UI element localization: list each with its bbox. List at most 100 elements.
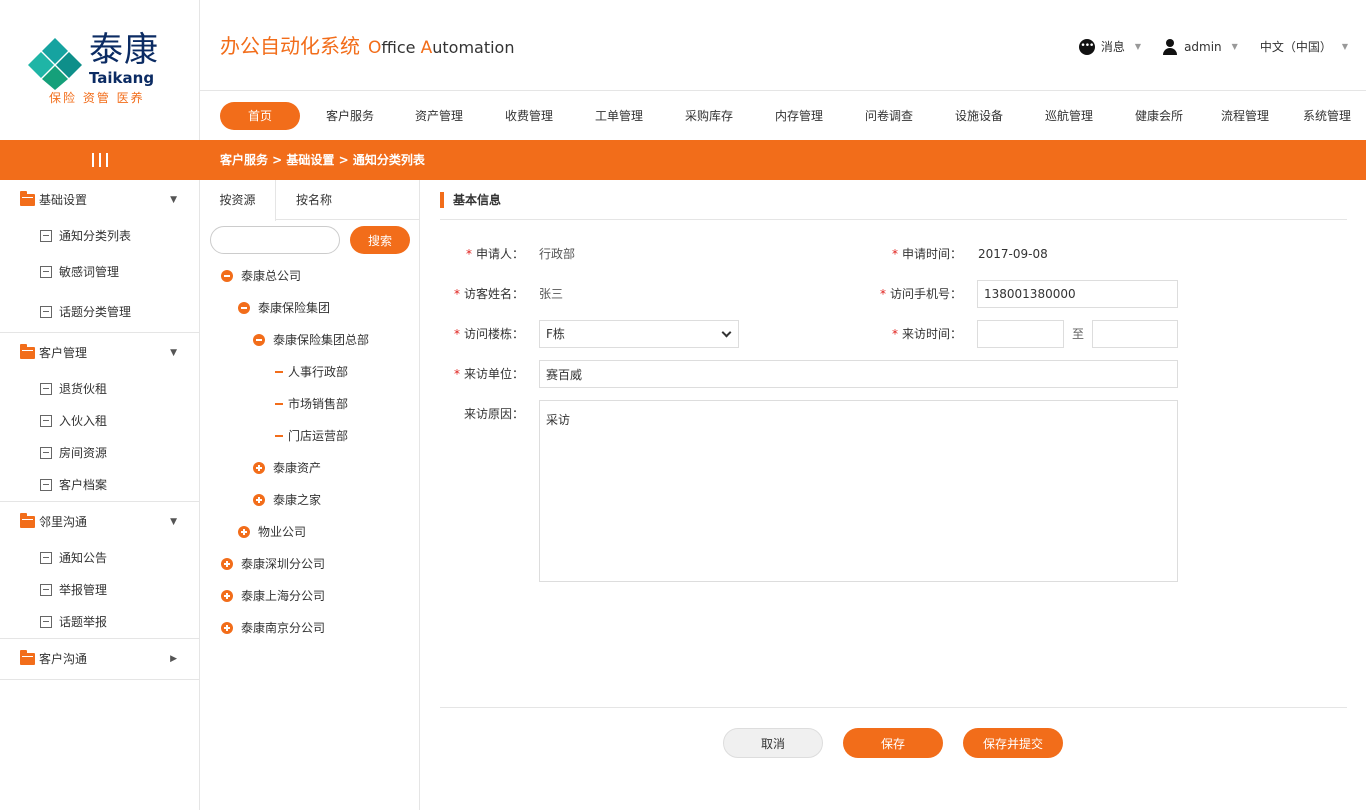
section-divider <box>440 219 1347 220</box>
tree-node[interactable]: 物业公司 <box>238 522 306 542</box>
applicant-value: 行政部 <box>539 247 576 261</box>
header-divider <box>200 90 1366 91</box>
leaf-dash-icon <box>275 435 283 437</box>
tree-node-label: 泰康上海分公司 <box>241 589 326 603</box>
nav-item-purchase[interactable]: 采购库存 <box>685 102 733 130</box>
tree-node[interactable]: 泰康深圳分公司 <box>221 554 325 574</box>
tree-node[interactable]: 市场销售部 <box>275 394 348 414</box>
sidebar-item-room-resources[interactable]: 房间资源 <box>0 437 199 469</box>
sidebar-group-header[interactable]: 客户沟通 ▶ <box>0 639 199 679</box>
sidebar-item-customer-files[interactable]: 客户档案 <box>0 469 199 501</box>
tree-node[interactable]: 泰康总公司 <box>221 266 301 286</box>
required-marker: * <box>453 327 460 341</box>
sidebar-item-announcements[interactable]: 通知公告 <box>0 542 199 574</box>
visit-unit-input[interactable] <box>539 360 1178 388</box>
taikang-logo-mark <box>28 38 82 90</box>
sidebar-toggle-bar <box>0 140 200 180</box>
sidebar-item-move-in[interactable]: 入伙入租 <box>0 405 199 437</box>
sidebar-item-label: 客户档案 <box>59 478 108 492</box>
visit-unit-label: * 来访单位： <box>440 360 524 388</box>
tree-node[interactable]: 泰康之家 <box>253 490 321 510</box>
expand-icon[interactable] <box>221 590 233 602</box>
folder-icon <box>20 650 35 665</box>
menu-toggle-icon[interactable] <box>92 153 108 167</box>
collapse-icon[interactable] <box>221 270 233 282</box>
tree-node[interactable]: 泰康南京分公司 <box>221 618 325 638</box>
save-and-submit-button[interactable]: 保存并提交 <box>963 728 1063 758</box>
tree-node-label: 泰康总公司 <box>241 269 302 283</box>
building-select[interactable]: F栋 <box>539 320 739 348</box>
chevron-down-icon <box>721 327 732 338</box>
tree-node[interactable]: 门店运营部 <box>275 426 348 446</box>
tree-node[interactable]: 泰康资产 <box>253 458 321 478</box>
nav-item-survey[interactable]: 问卷调查 <box>865 102 913 130</box>
required-marker: * <box>879 287 886 301</box>
tree-node-label: 泰康深圳分公司 <box>241 557 326 571</box>
document-icon <box>40 616 52 628</box>
app-title-cn: 办公自动化系统 <box>220 34 360 58</box>
nav-item-facilities[interactable]: 设施设备 <box>955 102 1003 130</box>
expand-icon[interactable] <box>221 558 233 570</box>
document-icon <box>40 479 52 491</box>
sidebar-group-header[interactable]: 客户管理 ▼ <box>0 333 199 373</box>
sidebar-item-topic-category[interactable]: 话题分类管理 <box>0 296 199 328</box>
apply-time-value: 2017-09-08 <box>978 247 1048 261</box>
sidebar-item-return-lease[interactable]: 退货伙租 <box>0 373 199 405</box>
visit-time-to-input[interactable] <box>1092 320 1178 348</box>
visit-unit-label-text: 来访单位： <box>463 367 524 381</box>
visitor-phone-input[interactable] <box>977 280 1178 308</box>
nav-item-asset[interactable]: 资产管理 <box>415 102 463 130</box>
tab-by-resource[interactable]: 按资源 <box>200 180 276 221</box>
chevron-down-icon: ▼ <box>1134 42 1142 51</box>
required-marker: * <box>465 247 472 261</box>
nav-item-fees[interactable]: 收费管理 <box>505 102 553 130</box>
visit-reason-textarea[interactable]: 采访 <box>539 400 1178 582</box>
visitor-name-label: * 访客姓名： <box>440 280 524 308</box>
expand-icon[interactable] <box>221 622 233 634</box>
user-menu[interactable]: admin ▼ <box>1163 38 1238 55</box>
nav-item-customer-service[interactable]: 客户服务 <box>326 102 374 130</box>
sidebar-group-customer-management: 客户管理 ▼ 退货伙租 入伙入租 房间资源 客户档案 <box>0 333 199 502</box>
nav-item-health-club[interactable]: 健康会所 <box>1135 102 1183 130</box>
collapse-icon[interactable] <box>253 334 265 346</box>
expand-icon[interactable] <box>238 526 250 538</box>
nav-item-home[interactable]: 首页 <box>220 102 300 130</box>
building-label: * 访问楼栋： <box>440 320 524 348</box>
nav-item-patrol[interactable]: 巡航管理 <box>1045 102 1093 130</box>
tree-node[interactable]: 泰康保险集团总部 <box>253 330 369 350</box>
tree-search-button[interactable]: 搜索 <box>350 226 410 254</box>
document-icon <box>40 306 52 318</box>
tree-node[interactable]: 泰康保险集团 <box>238 298 330 318</box>
sidebar-item-sensitive-words[interactable]: 敏感词管理 <box>0 256 199 288</box>
messages-menu[interactable]: ••• 消息 ▼ <box>1078 38 1142 55</box>
nav-item-work-order[interactable]: 工单管理 <box>595 102 643 130</box>
sidebar: 基础设置 ▼ 通知分类列表 敏感词管理 话题分类管理 客户管理 ▼ 退货伙租 入… <box>0 180 200 810</box>
tree-node[interactable]: 泰康上海分公司 <box>221 586 325 606</box>
document-icon <box>40 584 52 596</box>
collapse-icon[interactable] <box>238 302 250 314</box>
user-icon <box>1163 38 1178 55</box>
tree-node-label: 门店运营部 <box>288 429 349 443</box>
tree-search-input[interactable] <box>210 226 340 254</box>
expand-icon[interactable] <box>253 494 265 506</box>
required-marker: * <box>891 327 898 341</box>
sidebar-item-reports[interactable]: 举报管理 <box>0 574 199 606</box>
tree-node[interactable]: 人事行政部 <box>275 362 348 382</box>
sidebar-item-label: 话题分类管理 <box>59 305 132 319</box>
tree-tabs: 按资源 按名称 <box>200 180 419 221</box>
nav-item-system[interactable]: 系统管理 <box>1303 102 1351 130</box>
cancel-button[interactable]: 取消 <box>723 728 823 758</box>
expand-icon[interactable] <box>253 462 265 474</box>
tab-by-name[interactable]: 按名称 <box>276 180 352 220</box>
nav-item-process[interactable]: 流程管理 <box>1221 102 1269 130</box>
sidebar-item-notice-category[interactable]: 通知分类列表 <box>0 220 199 252</box>
nav-item-memory[interactable]: 内存管理 <box>775 102 823 130</box>
app-title-en-o: O <box>368 38 382 58</box>
language-menu[interactable]: 中文（中国） ▼ <box>1260 38 1348 55</box>
sidebar-item-topic-reports[interactable]: 话题举报 <box>0 606 199 638</box>
sidebar-group-header[interactable]: 基础设置 ▼ <box>0 180 199 220</box>
breadcrumb: 客户服务 > 基础设置 > 通知分类列表 <box>200 140 1366 180</box>
save-button[interactable]: 保存 <box>843 728 943 758</box>
sidebar-group-header[interactable]: 邻里沟通 ▼ <box>0 502 199 542</box>
visit-time-from-input[interactable] <box>977 320 1064 348</box>
